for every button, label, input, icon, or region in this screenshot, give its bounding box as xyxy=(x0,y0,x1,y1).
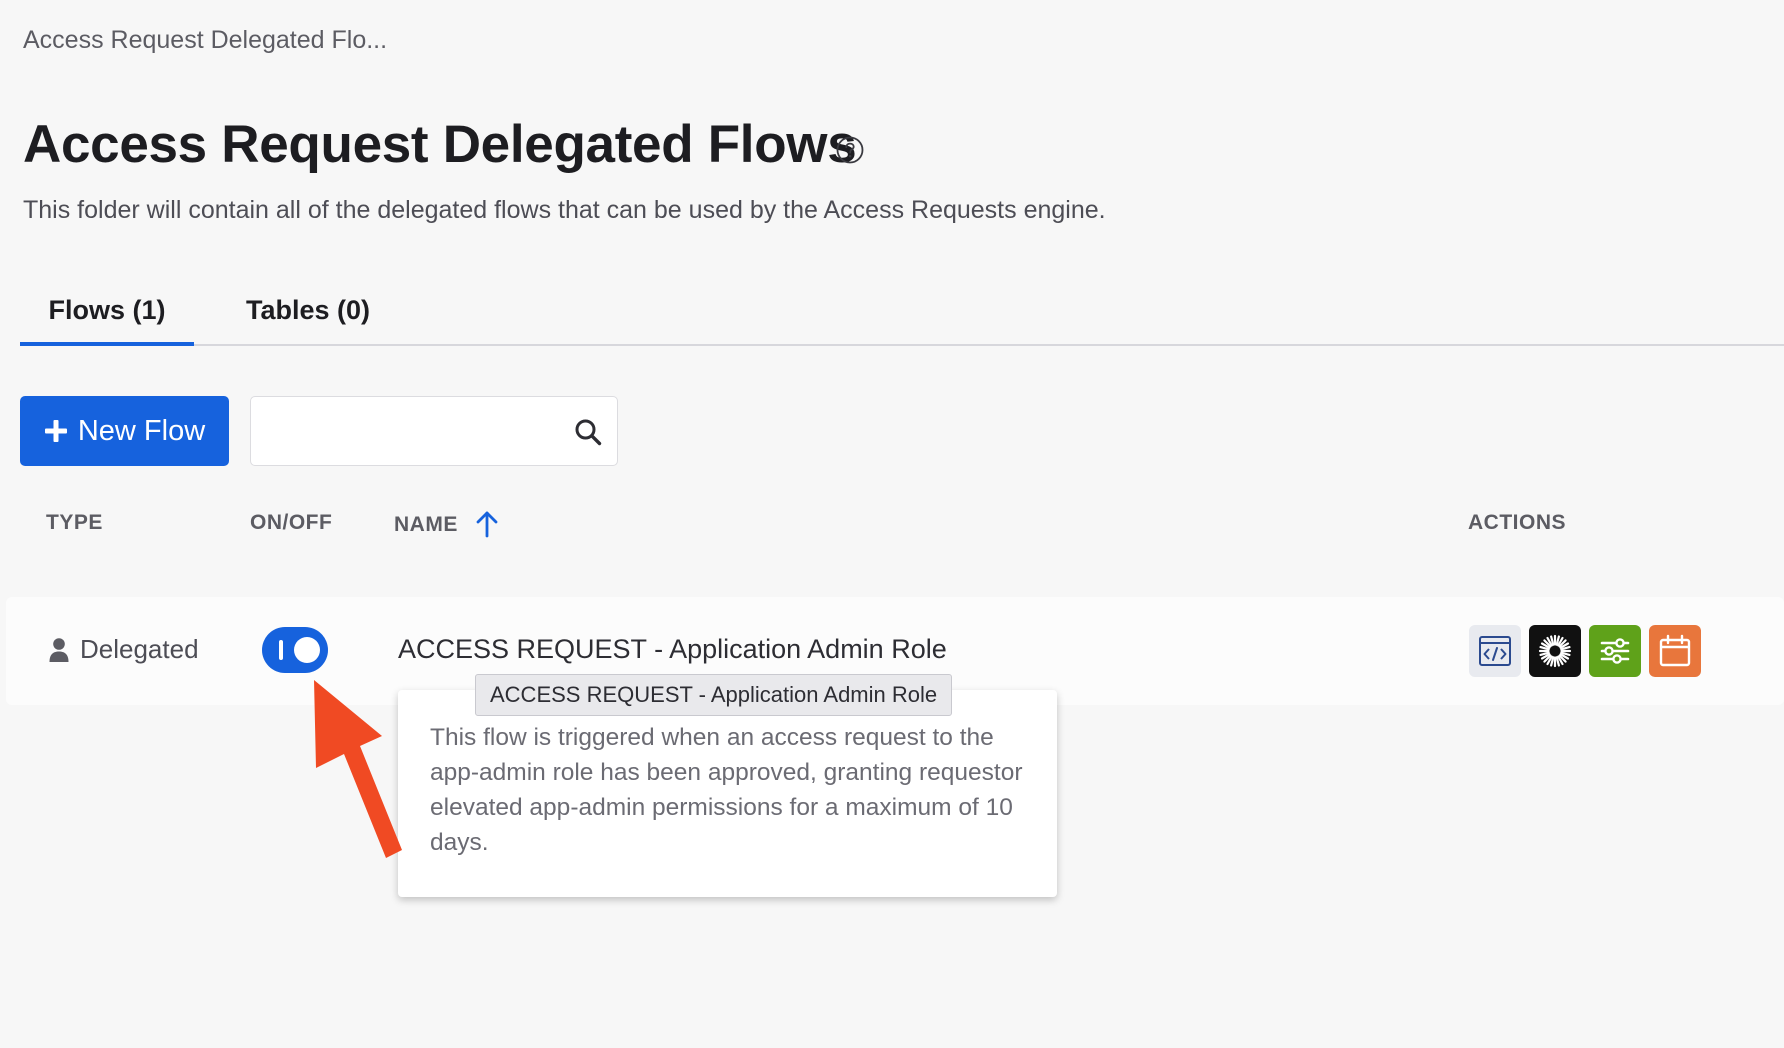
new-flow-button[interactable]: New Flow xyxy=(20,396,229,466)
plus-icon xyxy=(44,420,67,442)
toggle-on-indicator xyxy=(279,640,283,660)
action-okta-button[interactable] xyxy=(1529,625,1581,677)
tab-tables[interactable]: Tables (0) xyxy=(226,290,390,342)
flow-description-popover: This flow is triggered when an access re… xyxy=(398,690,1057,897)
new-flow-label: New Flow xyxy=(77,414,206,447)
column-header-onoff: ON/OFF xyxy=(250,511,333,534)
flow-name-tooltip: ACCESS REQUEST - Application Admin Role xyxy=(475,674,953,716)
page-title: Access Request Delegated Flows xyxy=(23,115,857,174)
type-cell: Delegated xyxy=(48,634,199,665)
page-description: This folder will contain all of the dele… xyxy=(23,196,1106,224)
tab-bar: Flows (1) Tables (0) xyxy=(20,290,1784,346)
flow-toggle[interactable] xyxy=(262,627,328,673)
action-settings-button[interactable] xyxy=(1589,625,1641,677)
column-header-actions: ACTIONS xyxy=(1468,511,1566,534)
code-icon xyxy=(1479,636,1511,666)
breadcrumb[interactable]: Access Request Delegated Flo... xyxy=(23,26,387,55)
column-header-name[interactable]: NAME xyxy=(394,511,502,539)
action-open-flow-button[interactable] xyxy=(1469,625,1521,677)
okta-sunburst-icon xyxy=(1538,634,1572,668)
action-schedule-button[interactable] xyxy=(1649,625,1701,677)
calendar-icon xyxy=(1659,634,1691,667)
search-input[interactable] xyxy=(263,411,557,453)
tab-flows[interactable]: Flows (1) xyxy=(20,290,194,346)
toggle-knob xyxy=(294,637,320,663)
column-header-name-label: NAME xyxy=(394,513,458,536)
search-icon[interactable] xyxy=(573,417,603,447)
settings-sliders-icon xyxy=(1600,638,1630,664)
annotation-arrow-icon xyxy=(314,680,402,858)
flow-description-text: This flow is triggered when an access re… xyxy=(430,724,1023,856)
sort-ascending-icon[interactable] xyxy=(472,509,502,539)
user-icon xyxy=(49,637,69,662)
type-label: Delegated xyxy=(80,634,199,664)
help-icon[interactable] xyxy=(836,136,864,164)
column-header-type: TYPE xyxy=(46,511,103,534)
search-box xyxy=(250,396,618,466)
flow-name-link[interactable]: ACCESS REQUEST - Application Admin Role xyxy=(398,634,947,665)
